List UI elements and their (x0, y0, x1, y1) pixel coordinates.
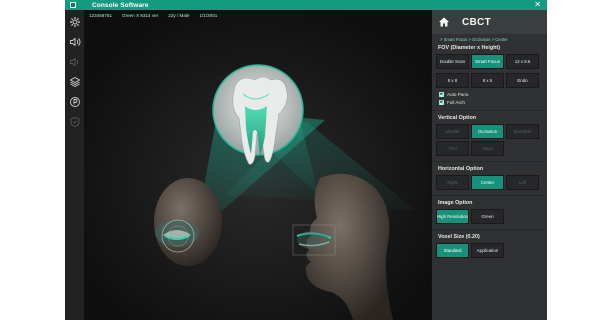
voxel-standard-button[interactable]: Standard (436, 243, 469, 258)
app-window: Console Software ✕ 123456751 Green X 831… (65, 0, 547, 320)
divider (432, 229, 547, 230)
vertical-section-title: Vertical Option (438, 115, 477, 121)
layers-icon[interactable] (68, 75, 82, 89)
horizontal-section-title: Horizontal Option (438, 166, 484, 172)
divider (432, 195, 547, 196)
fov-endo-button[interactable]: Endo (506, 73, 539, 88)
full-arch-checkbox[interactable] (439, 100, 444, 105)
parking-icon[interactable] (68, 95, 82, 109)
horizontal-center-button[interactable]: Center (471, 175, 504, 190)
voxel-row: Standard Application (432, 243, 547, 258)
fov-8x5-button[interactable]: 8 x 5 (471, 73, 504, 88)
voxel-section-title: Voxel Size (0.20) (438, 234, 480, 240)
home-icon[interactable] (432, 10, 456, 34)
image-section-title: Image Option (438, 200, 473, 206)
fov-double-scan-button[interactable]: Double Scan (436, 54, 469, 69)
image-row: High Resolution Green (432, 209, 547, 224)
auto-pano-label: Auto Pano (447, 92, 469, 97)
3d-viewport[interactable]: 123456751 Green X 8314 ver 22y / Male 1/… (85, 10, 431, 320)
vertical-sinus-button: Sinus (471, 141, 504, 156)
vertical-occlusion-button[interactable]: Occlusion (471, 124, 504, 139)
auto-pano-checkbox[interactable] (439, 92, 444, 97)
vertical-row-1: Maxilla Occlusion Mandible (432, 124, 547, 139)
voxel-application-button[interactable]: Application (471, 243, 504, 258)
horizontal-row: Right Center Left (432, 175, 547, 190)
patient-id: 123456751 (89, 13, 112, 18)
shield-icon (68, 115, 82, 129)
fov-row-1: Double Scan Smart Focus 12 x 8.5 (432, 54, 547, 69)
vertical-mandible-button: Mandible (506, 124, 539, 139)
vertical-maxilla-button: Maxilla (436, 124, 469, 139)
full-arch-label: Full Arch (447, 100, 465, 105)
speaker-icon[interactable] (68, 35, 82, 49)
fov-section-title: FOV (Diameter x Height) (438, 45, 501, 51)
panel-title: CBCT (462, 16, 491, 28)
viewport-scene (85, 10, 431, 320)
divider (432, 161, 547, 162)
patient-dob: 1/1/2001 (199, 13, 218, 18)
image-green-button[interactable]: Green (471, 209, 504, 224)
patient-age-sex: 22y / Male (168, 13, 190, 18)
fov-row-2: 8 x 8 8 x 5 Endo (432, 73, 547, 88)
fov-smart-focus-button[interactable]: Smart Focus (471, 54, 504, 69)
breadcrumb: > Smart Focus > Occlusion > Center (440, 37, 508, 42)
close-icon[interactable]: ✕ (534, 0, 541, 10)
fov-12x8-5-button[interactable]: 12 x 8.5 (506, 54, 539, 69)
patient-name: Green X 8314 ver (122, 13, 159, 18)
fov-8x8-button[interactable]: 8 x 8 (436, 73, 469, 88)
divider (432, 110, 547, 111)
panel-header: CBCT (432, 10, 547, 34)
image-high-resolution-button[interactable]: High Resolution (436, 209, 469, 224)
horizontal-left-button: Left (506, 175, 539, 190)
full-arch-checkbox-row[interactable]: Full Arch (432, 100, 547, 105)
app-logo-icon (70, 2, 76, 8)
left-toolbar (65, 10, 85, 320)
speaker-muted-icon (68, 55, 82, 69)
app-title: Console Software (92, 1, 149, 9)
vertical-row-2: TMJ Sinus (432, 141, 547, 156)
title-bar: Console Software ✕ (65, 0, 547, 10)
patient-info: 123456751 Green X 8314 ver 22y / Male 1/… (89, 13, 217, 18)
cbct-settings-panel: CBCT > Smart Focus > Occlusion > Center … (431, 10, 547, 320)
horizontal-right-button: Right (436, 175, 469, 190)
vertical-tmj-button: TMJ (436, 141, 469, 156)
auto-pano-checkbox-row[interactable]: Auto Pano (432, 92, 547, 97)
gear-icon[interactable] (68, 15, 82, 29)
